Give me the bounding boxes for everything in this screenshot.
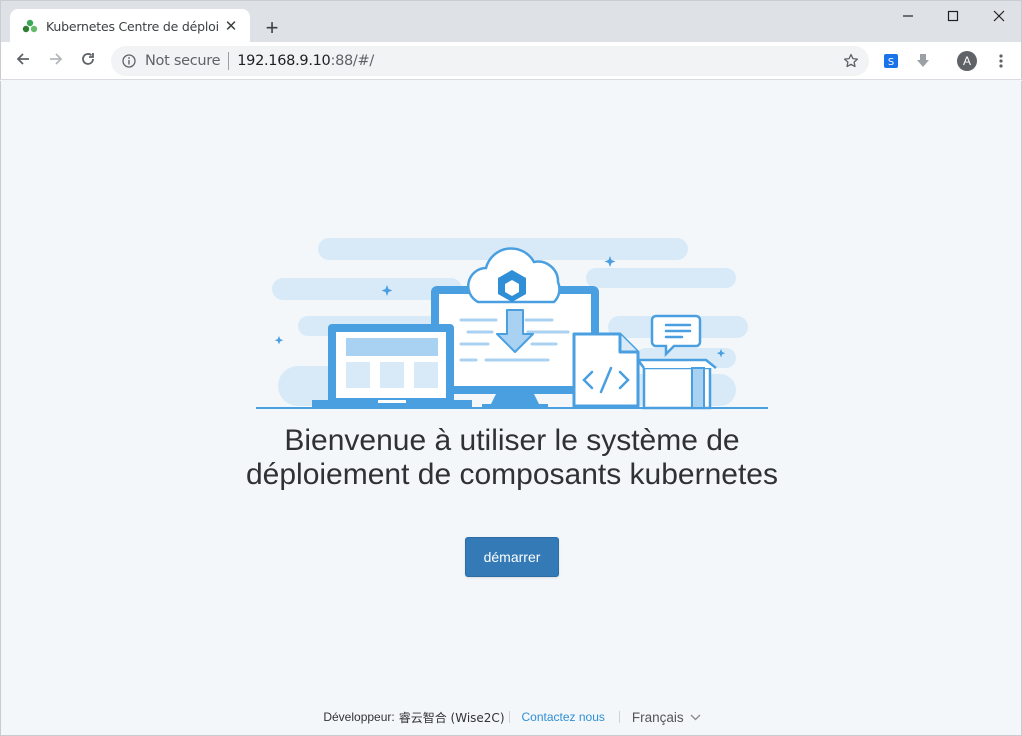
close-window-icon[interactable]: [976, 1, 1022, 31]
omnibox-divider: [228, 52, 230, 70]
kubernetes-favicon-icon: [22, 18, 38, 34]
minimize-window-icon[interactable]: [885, 1, 931, 31]
browser-titlebar: Kubernetes Centre de déploiement ✕ +: [0, 0, 1022, 43]
info-circle-icon[interactable]: [121, 53, 137, 69]
arrow-left-icon: [15, 51, 31, 72]
browser-tab[interactable]: Kubernetes Centre de déploiement ✕: [10, 9, 250, 43]
browser-toolbar: Not secure 192.168.9.10:88/#/ S A: [0, 42, 1022, 80]
download-extension-icon[interactable]: [913, 51, 933, 71]
page-content: Bienvenue à utiliser le système de déplo…: [0, 81, 1022, 736]
bookmark-star-icon[interactable]: [841, 51, 861, 71]
address-bar[interactable]: Not secure 192.168.9.10:88/#/: [111, 46, 869, 76]
back-button[interactable]: [9, 47, 37, 75]
start-button[interactable]: démarrer: [465, 537, 559, 577]
translate-extension-icon[interactable]: S: [881, 51, 901, 71]
profile-avatar[interactable]: A: [957, 51, 977, 71]
url-text[interactable]: 192.168.9.10:88/#/: [237, 53, 374, 69]
svg-text:S: S: [888, 57, 894, 68]
url-path: :88/#/: [330, 53, 374, 69]
welcome-headline: Bienvenue à utiliser le système de déplo…: [245, 424, 778, 491]
reload-icon: [80, 51, 96, 72]
tab-close-icon[interactable]: ✕: [222, 17, 240, 35]
forward-button[interactable]: [42, 47, 70, 75]
arrow-right-icon: [48, 51, 64, 72]
new-tab-button[interactable]: +: [259, 15, 285, 41]
developer-label: Développeur:: [323, 710, 395, 724]
security-status-label[interactable]: Not secure: [145, 53, 221, 69]
url-host: 192.168.9.10: [237, 53, 331, 69]
chevron-down-icon: [690, 714, 701, 721]
language-selector[interactable]: Français: [632, 710, 701, 725]
maximize-window-icon[interactable]: [930, 1, 976, 31]
more-vert-icon[interactable]: [991, 51, 1011, 71]
page-footer: Développeur: 睿云智合 (Wise2C) Contactez nou…: [1, 707, 1022, 727]
reload-button[interactable]: [74, 47, 102, 75]
contact-link[interactable]: Contactez nous: [522, 710, 605, 724]
deployment-illustration: [256, 238, 768, 410]
footer-divider: [508, 711, 510, 723]
language-label: Français: [631, 709, 684, 725]
tab-title: Kubernetes Centre de déploiement: [46, 18, 218, 34]
developer-name: 睿云智合 (Wise2C): [398, 710, 505, 725]
footer-divider: [618, 711, 620, 723]
